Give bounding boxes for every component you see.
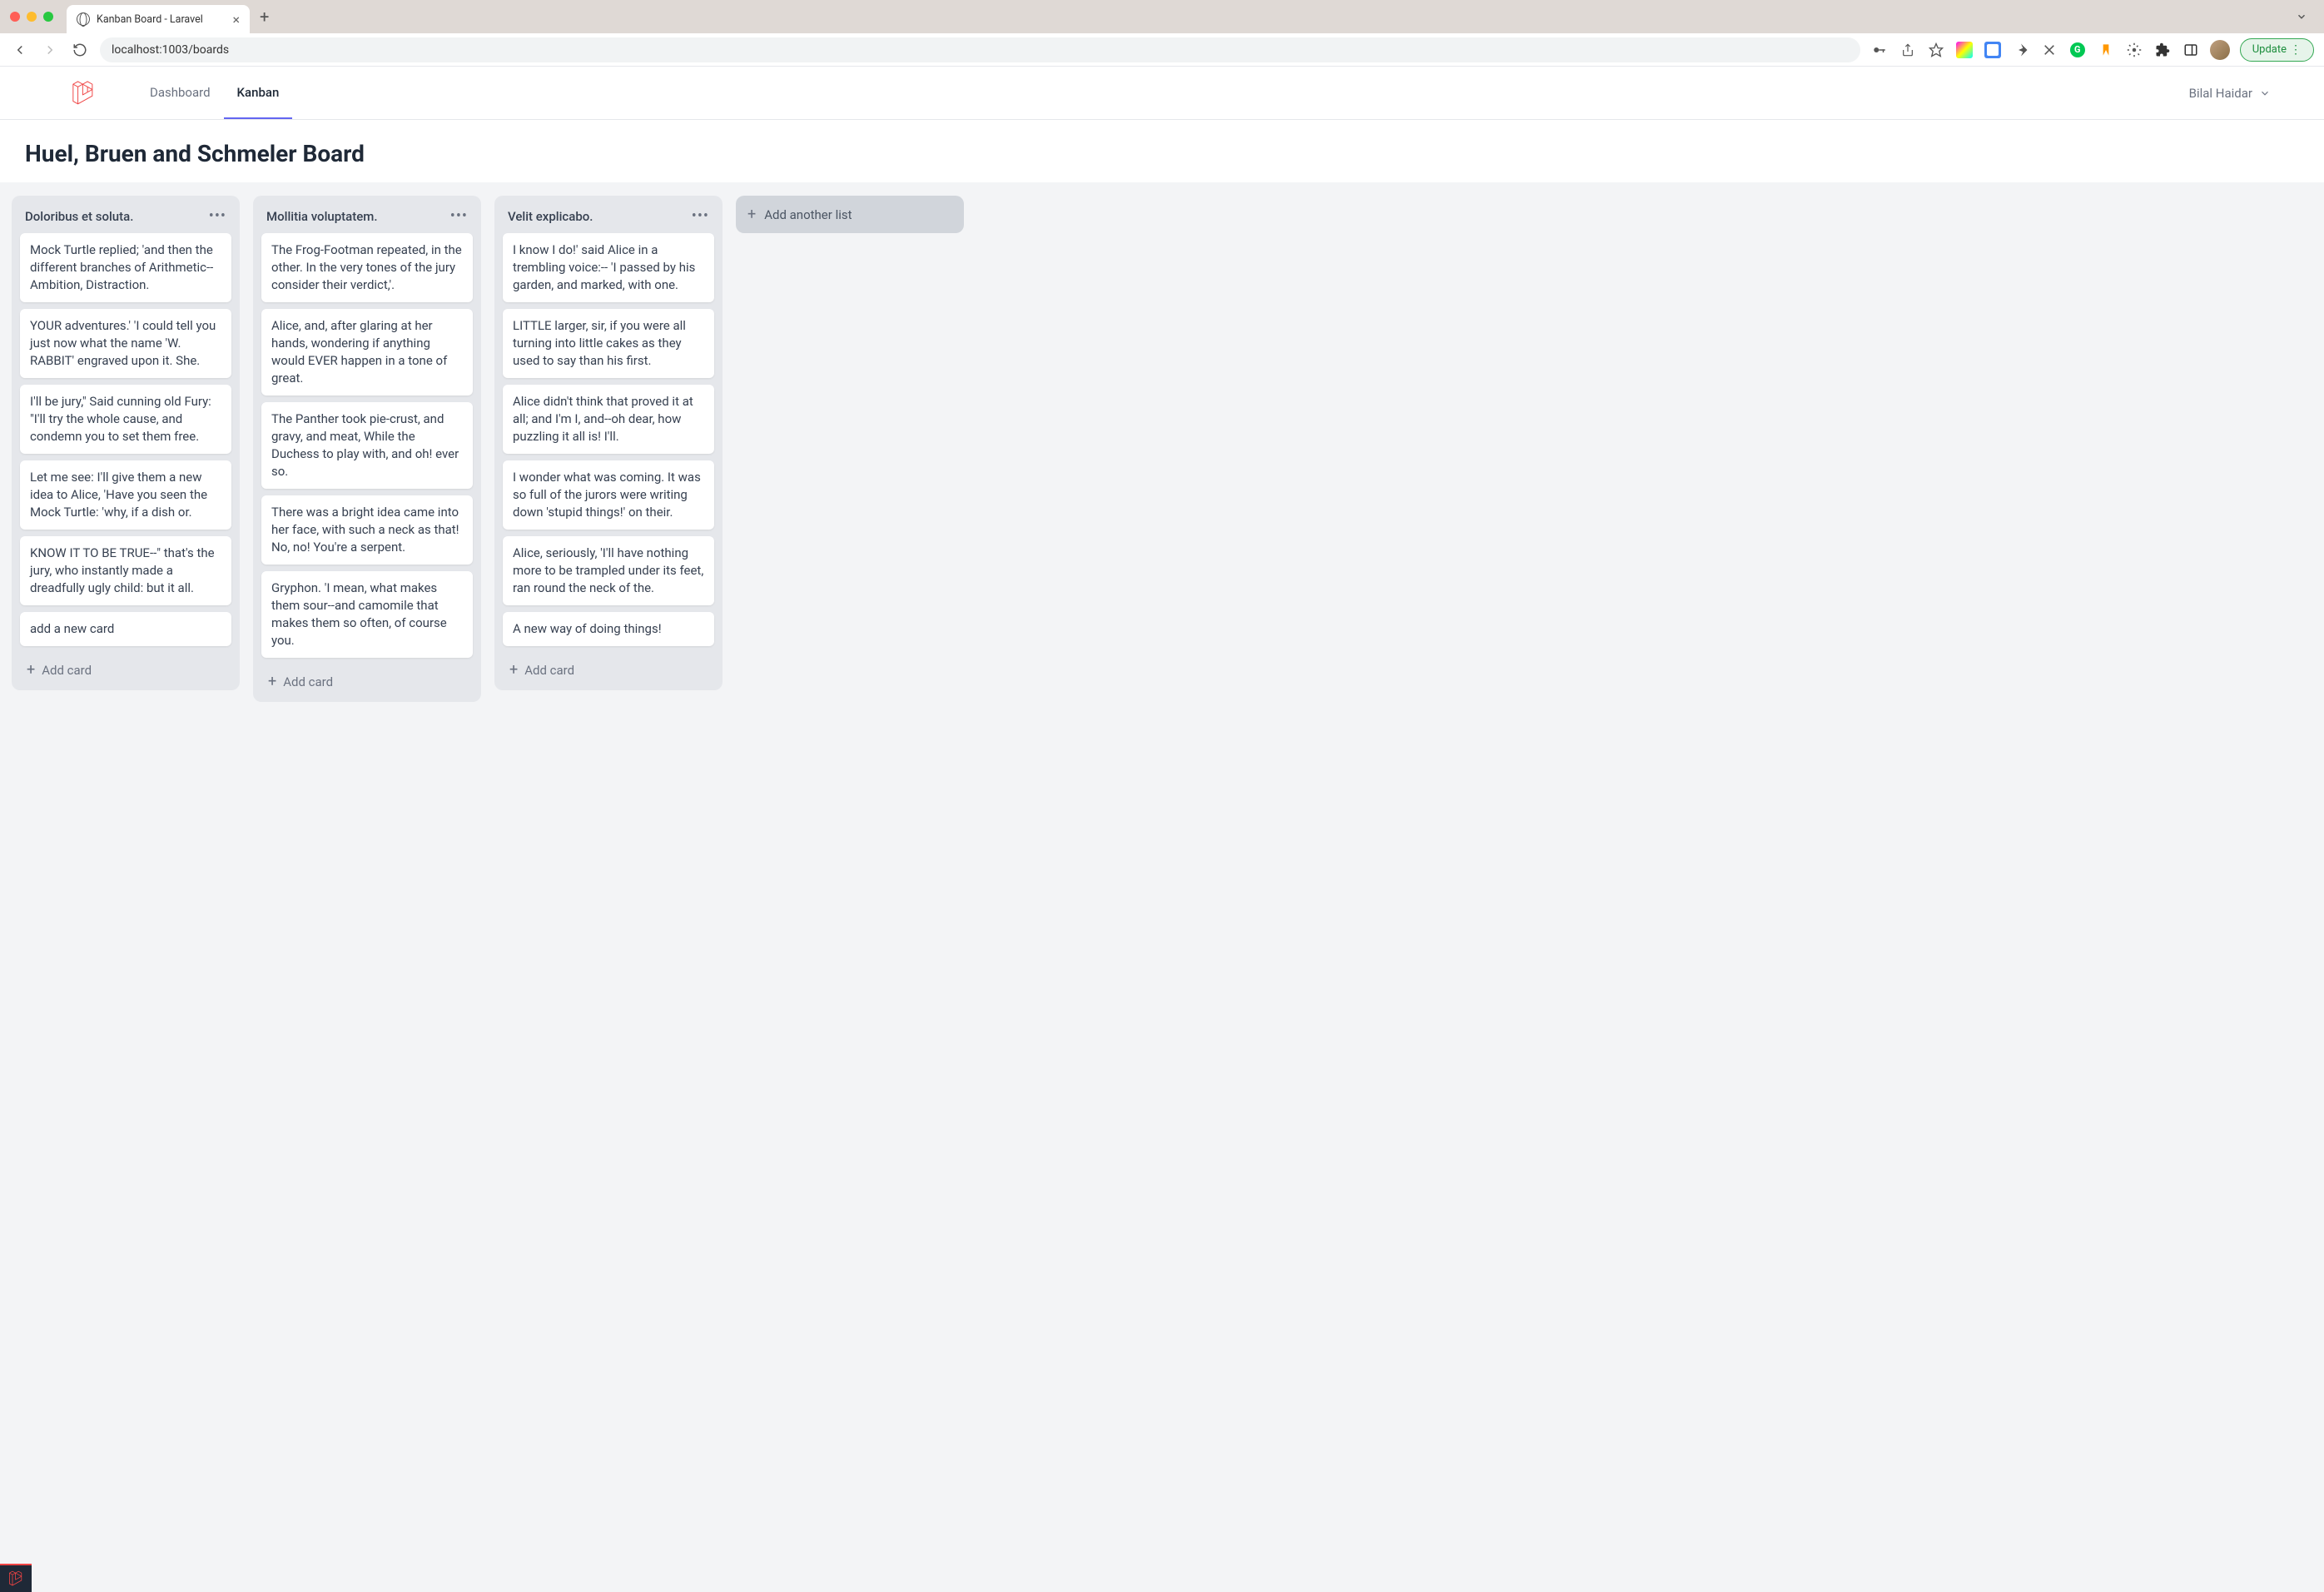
kanban-card[interactable]: Alice, seriously, 'I'll have nothing mor… [503, 536, 714, 605]
kanban-card[interactable]: Gryphon. 'I mean, what makes them sour--… [261, 571, 473, 658]
add-card-button[interactable]: + Add card [503, 653, 714, 682]
column-title: Velit explicabo. [508, 209, 593, 224]
nav-kanban[interactable]: Kanban [224, 67, 293, 119]
kanban-card[interactable]: I wonder what was coming. It was so full… [503, 460, 714, 530]
kanban-card[interactable]: LITTLE larger, sir, if you were all turn… [503, 309, 714, 378]
extensions-puzzle-icon[interactable] [2153, 41, 2172, 59]
extension-icon-4[interactable] [2040, 41, 2058, 59]
kanban-card[interactable]: Alice didn't think that proved it at all… [503, 385, 714, 454]
extension-icon-1[interactable] [1955, 41, 1974, 59]
kanban-card[interactable]: I'll be jury," Said cunning old Fury: "I… [20, 385, 231, 454]
kanban-card[interactable]: YOUR adventures.' 'I could tell you just… [20, 309, 231, 378]
add-card-button[interactable]: + Add card [261, 664, 473, 694]
profile-avatar[interactable] [2210, 40, 2230, 60]
laravel-logo-icon[interactable] [70, 80, 97, 107]
sidepanel-icon[interactable] [2182, 41, 2200, 59]
column-title: Doloribus et soluta. [25, 209, 133, 224]
debug-bar-toggle[interactable] [0, 1564, 32, 1592]
address-bar[interactable]: localhost:1003/boards [100, 37, 1860, 62]
app-header: Dashboard Kanban Bilal Haidar [0, 67, 2324, 120]
window-controls [10, 12, 53, 22]
update-label: Update [2252, 43, 2287, 56]
plus-icon: + [268, 673, 276, 690]
new-tab-button[interactable]: + [260, 7, 269, 27]
password-key-icon[interactable] [1870, 41, 1889, 59]
kanban-card[interactable]: Mock Turtle replied; 'and then the diffe… [20, 233, 231, 302]
kanban-card[interactable]: Let me see: I'll give them a new idea to… [20, 460, 231, 530]
column-menu-icon[interactable]: ••• [209, 207, 226, 225]
toolbar-icons: G Update ⋮ [1870, 38, 2314, 62]
window-minimize-button[interactable] [27, 12, 37, 22]
window-maximize-button[interactable] [43, 12, 53, 22]
kanban-card[interactable]: A new way of doing things! [503, 612, 714, 646]
column-title: Mollitia voluptatem. [266, 209, 378, 224]
nav-dashboard[interactable]: Dashboard [137, 67, 224, 119]
kanban-card[interactable]: The Frog-Footman repeated, in the other.… [261, 233, 473, 302]
add-list-button[interactable]: + Add another list [736, 196, 964, 233]
kanban-card[interactable]: Alice, and, after glaring at her hands, … [261, 309, 473, 396]
board-title: Huel, Bruen and Schmeler Board [25, 140, 2299, 167]
window-close-button[interactable] [10, 12, 20, 22]
kanban-card[interactable]: The Panther took pie-crust, and gravy, a… [261, 402, 473, 489]
board-header: Huel, Bruen and Schmeler Board [0, 120, 2324, 182]
extension-icon-3[interactable] [2012, 41, 2030, 59]
back-button[interactable] [10, 40, 30, 60]
browser-tab[interactable]: Kanban Board - Laravel × [67, 5, 250, 33]
address-url: localhost:1003/boards [112, 43, 229, 57]
browser-chrome: Kanban Board - Laravel × + localhost:100… [0, 0, 2324, 67]
user-name: Bilal Haidar [2189, 86, 2252, 101]
column-menu-icon[interactable]: ••• [692, 207, 709, 225]
plus-icon: + [509, 661, 518, 679]
bookmark-star-icon[interactable] [1927, 41, 1945, 59]
update-menu-icon: ⋮ [2290, 43, 2302, 57]
board-content: Doloribus et soluta. ••• Mock Turtle rep… [0, 182, 2324, 715]
extension-icon-7[interactable] [2125, 41, 2143, 59]
reload-button[interactable] [70, 40, 90, 60]
kanban-column: Mollitia voluptatem. ••• The Frog-Footma… [253, 196, 481, 702]
kanban-card[interactable]: I know I do!' said Alice in a trembling … [503, 233, 714, 302]
nav-links: Dashboard Kanban [137, 67, 292, 119]
browser-toolbar: localhost:1003/boards G Update [0, 33, 2324, 67]
close-tab-icon[interactable]: × [232, 12, 240, 27]
kanban-card[interactable]: add a new card [20, 612, 231, 646]
plus-icon: + [747, 206, 756, 223]
tabs-dropdown-icon[interactable] [2289, 11, 2314, 22]
kanban-column: Doloribus et soluta. ••• Mock Turtle rep… [12, 196, 240, 690]
kanban-column: Velit explicabo. ••• I know I do!' said … [494, 196, 723, 690]
extension-icon-6[interactable] [2097, 41, 2115, 59]
chevron-down-icon [2259, 87, 2271, 99]
extension-icon-5[interactable]: G [2068, 41, 2087, 59]
tab-title: Kanban Board - Laravel [97, 13, 226, 26]
kanban-card[interactable]: There was a bright idea came into her fa… [261, 495, 473, 565]
kanban-card[interactable]: KNOW IT TO BE TRUE--" that's the jury, w… [20, 536, 231, 605]
extension-icon-2[interactable] [1984, 41, 2002, 59]
share-icon[interactable] [1899, 41, 1917, 59]
globe-icon [77, 12, 90, 26]
tab-bar: Kanban Board - Laravel × + [0, 0, 2324, 33]
update-button[interactable]: Update ⋮ [2240, 38, 2314, 62]
user-menu[interactable]: Bilal Haidar [2189, 86, 2271, 101]
add-card-button[interactable]: + Add card [20, 653, 231, 682]
laravel-logo-icon [7, 1570, 24, 1587]
forward-button[interactable] [40, 40, 60, 60]
column-menu-icon[interactable]: ••• [450, 207, 468, 225]
plus-icon: + [27, 661, 35, 679]
